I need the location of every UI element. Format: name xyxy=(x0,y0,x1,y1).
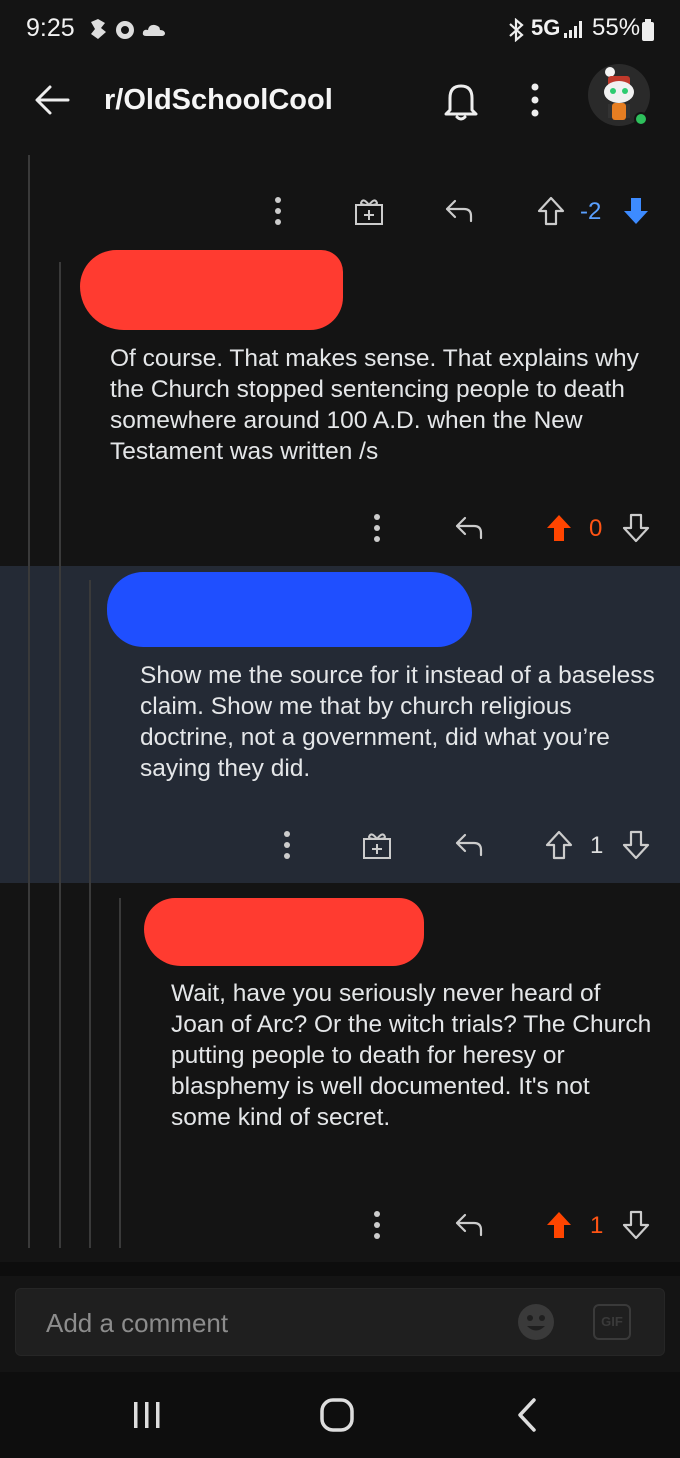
reply-icon[interactable] xyxy=(444,198,474,224)
comment-more-icon[interactable] xyxy=(371,1210,383,1240)
back-arrow-icon[interactable] xyxy=(32,80,72,120)
comment-body: Show me the source for it instead of a b… xyxy=(140,662,655,782)
status-time: 9:25 xyxy=(26,14,75,42)
divider xyxy=(0,1262,680,1276)
network-type: 5G xyxy=(531,15,561,40)
signal-icon xyxy=(564,21,582,38)
comment-score: 0 xyxy=(589,515,603,542)
upvote-icon[interactable] xyxy=(545,830,573,860)
comment-input-placeholder: Add a comment xyxy=(46,1308,229,1338)
battery-percentage: 55% xyxy=(592,14,641,41)
bluetooth-icon xyxy=(509,18,524,42)
award-gift-icon[interactable] xyxy=(354,196,384,226)
reply-icon[interactable] xyxy=(454,515,484,541)
redacted-username xyxy=(107,572,472,647)
comment-body: Wait, have you seriously never heard of … xyxy=(171,980,652,1131)
battery-icon xyxy=(642,19,654,41)
cloud-icon xyxy=(142,24,165,36)
subreddit-title[interactable]: r/OldSchoolCool xyxy=(104,84,333,117)
bixby-icon xyxy=(91,19,106,39)
comment-more-icon[interactable] xyxy=(272,196,284,226)
bell-icon[interactable] xyxy=(442,80,480,122)
redacted-username xyxy=(144,898,424,966)
award-gift-icon[interactable] xyxy=(362,830,392,860)
nav-back-icon[interactable] xyxy=(512,1396,542,1434)
comment-body: Of course. That makes sense. That explai… xyxy=(110,345,639,465)
downvote-icon[interactable] xyxy=(622,830,650,860)
comment-more-icon[interactable] xyxy=(281,830,293,860)
emoji-icon[interactable] xyxy=(516,1302,556,1342)
upvote-active-icon[interactable] xyxy=(545,1210,573,1240)
downvote-icon[interactable] xyxy=(622,1210,650,1240)
chrome-icon xyxy=(116,21,134,39)
downvote-active-icon[interactable] xyxy=(622,196,650,226)
thread-line-level-4[interactable] xyxy=(119,898,121,1248)
home-icon[interactable] xyxy=(318,1396,356,1434)
comment-score: 1 xyxy=(590,832,604,859)
redacted-username xyxy=(80,250,343,330)
downvote-icon[interactable] xyxy=(622,513,650,543)
reply-icon[interactable] xyxy=(454,832,484,858)
comment-score: -2 xyxy=(580,198,602,225)
thread-line-level-1[interactable] xyxy=(28,155,30,1248)
comment-score: 1 xyxy=(590,1212,604,1239)
recent-apps-icon[interactable] xyxy=(130,1398,164,1432)
gif-button[interactable]: GIF xyxy=(593,1304,631,1340)
comment-more-icon[interactable] xyxy=(371,513,383,543)
gif-label: GIF xyxy=(601,1314,623,1329)
more-options-icon[interactable] xyxy=(528,82,542,118)
reply-icon[interactable] xyxy=(454,1212,484,1238)
thread-line-level-2[interactable] xyxy=(59,262,61,1248)
thread-line-level-3[interactable] xyxy=(89,580,91,1248)
online-status-dot xyxy=(634,112,648,126)
upvote-active-icon[interactable] xyxy=(545,513,573,543)
upvote-icon[interactable] xyxy=(537,196,565,226)
